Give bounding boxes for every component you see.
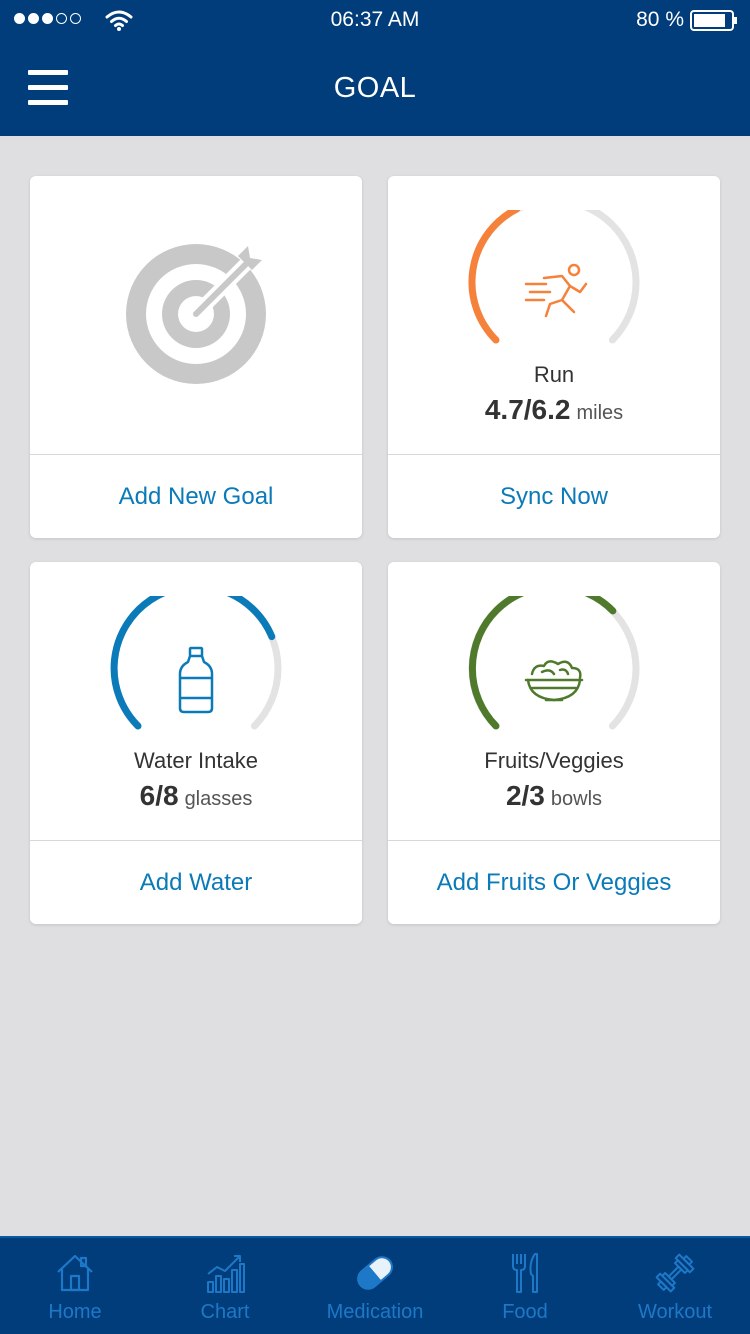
water-progress-gauge xyxy=(110,596,282,730)
run-goal-card: Run 4.7/6.2 miles Sync Now xyxy=(388,176,720,538)
tab-label: Food xyxy=(502,1301,548,1323)
goal-name: Fruits/Veggies xyxy=(484,748,624,773)
goal-progress: 6/8 glasses xyxy=(30,780,362,812)
home-icon xyxy=(57,1254,93,1292)
run-progress-gauge xyxy=(468,210,640,344)
battery-icon xyxy=(690,10,737,31)
goal-unit: miles xyxy=(576,402,624,424)
goal-progress-value: 4.7/6.2 xyxy=(484,394,571,425)
runner-icon xyxy=(524,263,588,318)
tab-chart[interactable]: Chart xyxy=(150,1238,300,1334)
tab-label: Home xyxy=(48,1301,102,1323)
sync-now-button[interactable]: Sync Now xyxy=(388,455,720,538)
goal-name: Run xyxy=(533,362,575,387)
pill-icon xyxy=(357,1256,393,1290)
tab-food[interactable]: Food xyxy=(450,1238,600,1334)
tab-label: Chart xyxy=(200,1301,250,1323)
card-body: Run 4.7/6.2 miles xyxy=(388,176,720,454)
goal-progress: 4.7/6.2 miles xyxy=(388,394,720,426)
fruits-veggies-goal-card: Fruits/Veggies 2/3 bowls Add Fruits Or Ve… xyxy=(388,562,720,924)
gauge-fill xyxy=(110,596,276,730)
card-body: Water Intake 6/8 glasses xyxy=(30,562,362,840)
gauge-fill xyxy=(468,596,617,730)
battery-percentage: 80 % xyxy=(636,8,684,31)
fork-knife-icon xyxy=(512,1253,538,1293)
gauge-fill xyxy=(468,210,521,344)
tab-home[interactable]: Home xyxy=(0,1238,150,1334)
water-goal-card: Water Intake 6/8 glasses Add Water xyxy=(30,562,362,924)
goal-name: Water Intake xyxy=(134,748,258,773)
app-header: GOAL xyxy=(0,40,750,136)
goal-unit: glasses xyxy=(184,788,253,810)
target-icon xyxy=(126,244,266,384)
fruits-veggies-progress-gauge xyxy=(468,596,640,730)
water-bottle-icon xyxy=(178,646,214,714)
gauge-track xyxy=(468,210,640,344)
tab-label: Medication xyxy=(326,1301,424,1323)
tab-workout[interactable]: Workout xyxy=(600,1238,750,1334)
dumbbell-icon xyxy=(655,1253,695,1293)
add-fruits-veggies-button[interactable]: Add Fruits Or Veggies xyxy=(388,841,720,924)
gauge-track xyxy=(110,596,282,730)
salad-bowl-icon xyxy=(524,660,584,702)
tab-medication[interactable]: Medication xyxy=(300,1238,450,1334)
card-body: Fruits/Veggies 2/3 bowls xyxy=(388,562,720,840)
add-goal-card: Add New Goal xyxy=(30,176,362,538)
page-title: GOAL xyxy=(333,72,417,104)
add-new-goal-button[interactable]: Add New Goal xyxy=(30,455,362,538)
add-water-button[interactable]: Add Water xyxy=(30,841,362,924)
status-bar: 06:37 AM 80 % xyxy=(0,0,750,40)
goal-progress-value: 6/8 xyxy=(139,780,179,811)
goal-unit: bowls xyxy=(550,788,603,810)
card-body xyxy=(30,176,362,454)
chart-icon xyxy=(207,1255,245,1293)
tab-label: Workout xyxy=(637,1301,713,1323)
goal-progress: 2/3 bowls xyxy=(388,780,720,812)
goal-progress-value: 2/3 xyxy=(505,780,545,811)
bottom-tab-bar: Home Chart Medication Food Workout xyxy=(0,1236,750,1334)
